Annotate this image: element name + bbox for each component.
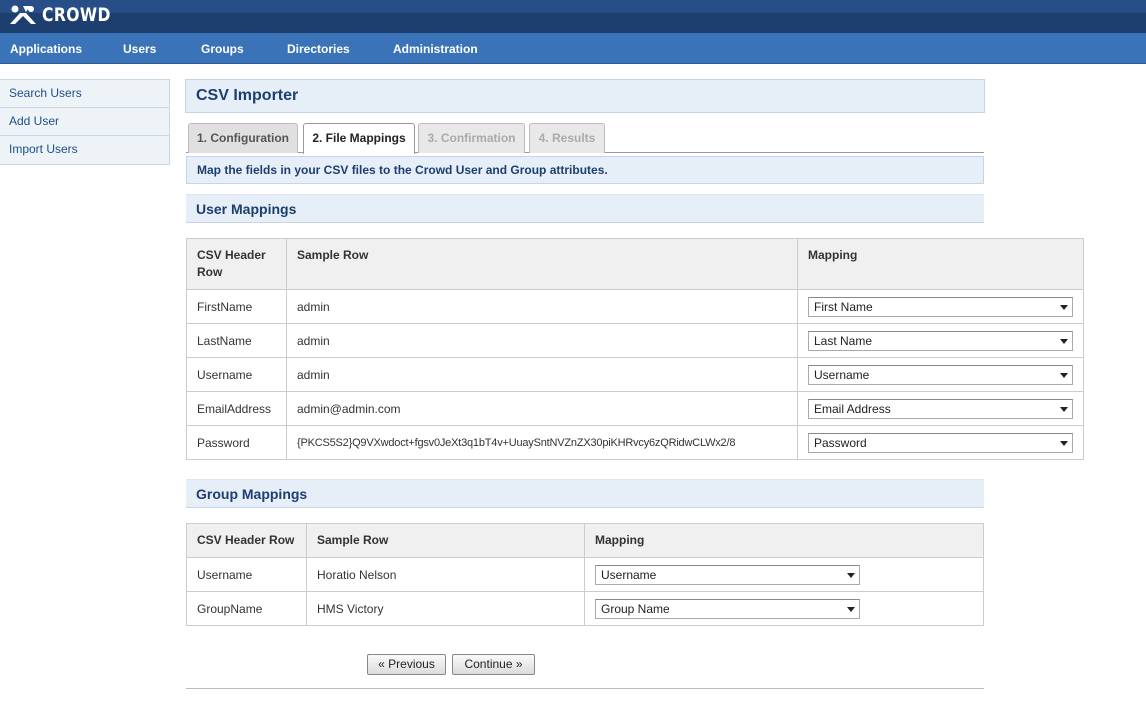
sample-cell: {PKCS5S2}Q9VXwdoct+fgsv0JeXt3q1bT4v+Uuay…: [286, 425, 798, 460]
mapping-select[interactable]: Email Address: [808, 398, 1073, 419]
sample-cell: admin@admin.com: [286, 391, 798, 426]
nav-administration[interactable]: Administration: [393, 33, 478, 64]
sidebar-item-add-user[interactable]: Add User: [0, 108, 169, 136]
csv-header-cell: EmailAddress: [186, 391, 287, 426]
chevron-down-icon: [1060, 304, 1068, 310]
mapping-select-value: Username: [601, 567, 657, 582]
mapping-cell: Username: [584, 557, 984, 592]
mapping-select[interactable]: Password: [808, 432, 1073, 453]
mapping-select[interactable]: Username: [595, 564, 860, 585]
table-header-row: CSV Header Row Sample Row Mapping: [186, 238, 1084, 290]
top-header-bar: CROWD: [0, 0, 1146, 33]
instructions-text: Map the fields in your CSV files to the …: [197, 163, 608, 177]
group-mappings-title: Group Mappings: [196, 486, 308, 502]
csv-header-cell: GroupName: [186, 591, 307, 626]
mapping-cell: Group Name: [584, 591, 984, 626]
chevron-down-icon: [1060, 440, 1068, 446]
sidebar-item-import-users[interactable]: Import Users: [0, 136, 169, 164]
chevron-down-icon: [847, 606, 855, 612]
page-title-box: CSV Importer: [185, 79, 985, 113]
csv-header-cell: LastName: [186, 323, 287, 358]
column-header-sample: Sample Row: [306, 523, 585, 558]
sidebar: Search Users Add User Import Users: [0, 79, 170, 165]
csv-header-cell: Username: [186, 557, 307, 592]
wizard-tabs: 1. Configuration 2. File Mappings 3. Con…: [186, 123, 984, 154]
table-row: EmailAddress admin@admin.com Email Addre…: [186, 391, 1084, 426]
sample-cell: admin: [286, 323, 798, 358]
chevron-down-icon: [1060, 406, 1068, 412]
nav-applications[interactable]: Applications: [10, 33, 82, 64]
sample-cell: HMS Victory: [306, 591, 585, 626]
crowd-logo-icon: [10, 5, 36, 24]
mapping-select-value: Password: [814, 435, 867, 450]
mapping-select[interactable]: Username: [808, 364, 1073, 385]
crowd-logo[interactable]: CROWD: [8, 2, 126, 28]
tab-confirmation: 3. Confirmation: [418, 123, 525, 153]
mapping-select-value: Group Name: [601, 601, 670, 616]
column-header-mapping: Mapping: [797, 238, 1084, 290]
footer-divider: [186, 688, 984, 689]
chevron-down-icon: [1060, 338, 1068, 344]
mapping-cell: Password: [797, 425, 1084, 460]
mapping-select-value: Email Address: [814, 401, 891, 416]
tab-results: 4. Results: [529, 123, 605, 153]
continue-button[interactable]: Continue »: [452, 654, 535, 675]
column-header-csv: CSV Header Row: [186, 238, 287, 290]
tab-file-mappings[interactable]: 2. File Mappings: [303, 123, 415, 154]
tab-configuration[interactable]: 1. Configuration: [188, 123, 298, 153]
csv-header-cell: Password: [186, 425, 287, 460]
user-mappings-header: User Mappings: [186, 194, 984, 223]
chevron-down-icon: [847, 572, 855, 578]
page-title: CSV Importer: [196, 87, 299, 104]
mapping-cell: Username: [797, 357, 1084, 392]
table-row: FirstName admin First Name: [186, 289, 1084, 324]
user-mappings-title: User Mappings: [196, 201, 297, 217]
sample-cell: admin: [286, 289, 798, 324]
table-row: LastName admin Last Name: [186, 323, 1084, 358]
mapping-select-value: Username: [814, 367, 870, 382]
table-row: Username admin Username: [186, 357, 1084, 392]
table-header-row: CSV Header Row Sample Row Mapping: [186, 523, 984, 558]
previous-button[interactable]: « Previous: [367, 654, 446, 675]
group-mappings-table: CSV Header Row Sample Row Mapping Userna…: [186, 523, 984, 626]
nav-groups[interactable]: Groups: [201, 33, 244, 64]
mapping-select[interactable]: Last Name: [808, 330, 1073, 351]
column-header-sample: Sample Row: [286, 238, 798, 290]
mapping-select-value: Last Name: [814, 333, 873, 348]
table-row: Password {PKCS5S2}Q9VXwdoct+fgsv0JeXt3q1…: [186, 425, 1084, 460]
sample-cell: admin: [286, 357, 798, 392]
nav-users[interactable]: Users: [123, 33, 156, 64]
user-mappings-table: CSV Header Row Sample Row Mapping FirstN…: [186, 238, 1084, 460]
table-row: Username Horatio Nelson Username: [186, 557, 984, 592]
chevron-down-icon: [1060, 372, 1068, 378]
sample-cell: Horatio Nelson: [306, 557, 585, 592]
mapping-cell: First Name: [797, 289, 1084, 324]
mapping-select[interactable]: First Name: [808, 296, 1073, 317]
instructions-box: Map the fields in your CSV files to the …: [186, 156, 984, 184]
nav-directories[interactable]: Directories: [287, 33, 350, 64]
csv-header-cell: FirstName: [186, 289, 287, 324]
table-row: GroupName HMS Victory Group Name: [186, 591, 984, 626]
mapping-cell: Last Name: [797, 323, 1084, 358]
mapping-select-value: First Name: [814, 299, 873, 314]
header-stripe: [0, 0, 1146, 13]
logo-text: CROWD: [42, 4, 111, 26]
sidebar-item-search-users[interactable]: Search Users: [0, 80, 169, 108]
column-header-csv: CSV Header Row: [186, 523, 307, 558]
group-mappings-header: Group Mappings: [186, 479, 984, 508]
mapping-cell: Email Address: [797, 391, 1084, 426]
column-header-mapping: Mapping: [584, 523, 984, 558]
csv-header-cell: Username: [186, 357, 287, 392]
mapping-select[interactable]: Group Name: [595, 598, 860, 619]
main-nav-bar: Applications Users Groups Directories Ad…: [0, 33, 1146, 64]
